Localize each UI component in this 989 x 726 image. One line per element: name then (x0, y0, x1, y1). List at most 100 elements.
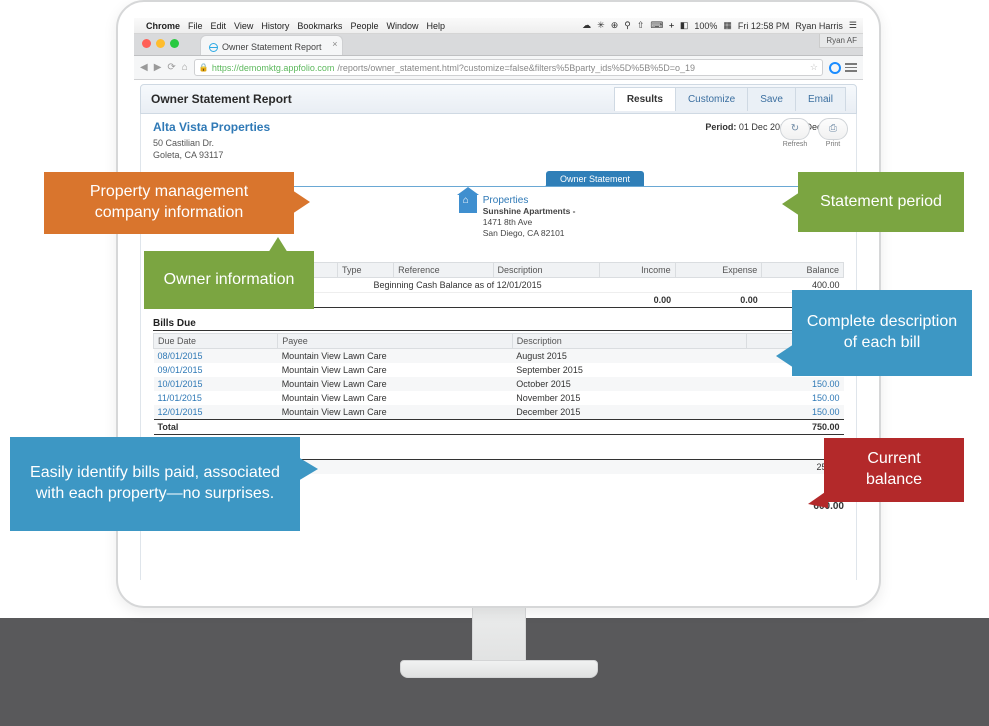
monitor-base (400, 660, 598, 678)
col-description: Description (512, 333, 747, 348)
tab-results[interactable]: Results (614, 87, 676, 111)
bookmark-star-icon[interactable]: ☆ (810, 62, 818, 73)
status-icon[interactable]: ☁ (582, 20, 591, 31)
bill-unpaid-link[interactable]: 150.00 (747, 405, 844, 420)
company-addr1: 50 Castilian Dr. (153, 138, 270, 150)
status-icon[interactable]: ⇧ (637, 20, 645, 31)
user-name[interactable]: Ryan Harris (795, 21, 843, 31)
properties-link[interactable]: Properties (483, 195, 576, 206)
status-icon[interactable]: ⊕ (611, 20, 619, 31)
reload-button[interactable]: ⟳ (167, 62, 175, 73)
house-icon (459, 195, 477, 213)
tab-close-icon[interactable]: × (332, 39, 337, 49)
bill-payee: Mountain View Lawn Care (278, 405, 513, 420)
chrome-tab-strip: Owner Statement Report × Ryan AF (134, 34, 863, 56)
status-icon[interactable]: ◧ (680, 20, 689, 31)
bill-desc: November 2015 (512, 391, 747, 405)
browser-tab[interactable]: Owner Statement Report × (200, 35, 343, 55)
callout-bills-paid: Easily identify bills paid, associated w… (10, 437, 300, 531)
property-card: Properties Sunshine Apartments - 1471 8t… (459, 195, 576, 239)
bills-total-value: 750.00 (747, 419, 844, 434)
status-icon[interactable]: ✳ (597, 20, 605, 31)
chrome-toolbar: ◀ ▶ ⟳ ⌂ 🔒 https://demomktg.appfolio.com … (134, 56, 863, 80)
refresh-label: Refresh (780, 141, 810, 148)
bill-date-link[interactable]: 12/01/2015 (154, 405, 278, 420)
bill-desc: September 2015 (512, 363, 747, 377)
company-block: Alta Vista Properties 50 Castilian Dr. G… (153, 120, 270, 161)
trans-total-income: 0.00 (599, 292, 675, 307)
bill-unpaid-link[interactable]: 150.00 (747, 377, 844, 391)
callout-bill-description: Complete description of each bill (792, 290, 972, 376)
tab-email[interactable]: Email (795, 87, 846, 111)
menu-people[interactable]: People (350, 21, 378, 31)
property-addr1: 1471 8th Ave (483, 217, 576, 228)
window-traffic-lights (142, 39, 179, 48)
col-expense: Expense (675, 262, 762, 277)
window-zoom-button[interactable] (170, 39, 179, 48)
tab-favicon-icon (209, 43, 218, 52)
status-icon[interactable]: ⌨ (650, 20, 663, 31)
bill-date-link[interactable]: 11/01/2015 (154, 391, 278, 405)
bill-desc: December 2015 (512, 405, 747, 420)
bill-payee: Mountain View Lawn Care (278, 391, 513, 405)
tab-save[interactable]: Save (747, 87, 796, 111)
col-ref: Reference (394, 262, 493, 277)
clock[interactable]: Fri 12:58 PM (738, 21, 790, 31)
tab-customize[interactable]: Customize (675, 87, 748, 111)
col-income: Income (599, 262, 675, 277)
col-type: Type (338, 262, 394, 277)
chrome-profile-badge[interactable]: Ryan AF (819, 34, 863, 48)
forward-button[interactable]: ▶ (154, 62, 162, 73)
url-host: https://demomktg.appfolio.com (212, 63, 335, 73)
app-name[interactable]: Chrome (146, 21, 180, 31)
callout-company-info: Property management company information (44, 172, 294, 234)
menu-help[interactable]: Help (426, 21, 445, 31)
refresh-button[interactable]: ↻ Refresh (780, 118, 810, 148)
menu-history[interactable]: History (261, 21, 289, 31)
refresh-icon: ↻ (791, 124, 799, 134)
monitor-neck (472, 604, 526, 664)
home-button[interactable]: ⌂ (182, 62, 188, 73)
bill-date-link[interactable]: 08/01/2015 (154, 348, 278, 363)
window-minimize-button[interactable] (156, 39, 165, 48)
lock-icon: 🔒 (199, 63, 209, 72)
chrome-menu-icon[interactable] (845, 63, 857, 72)
print-icon: ⎙ (829, 124, 837, 134)
print-label: Print (818, 141, 848, 148)
extension-icon[interactable] (829, 62, 841, 74)
report-action-buttons: ↻ Refresh ⎙ Print (780, 118, 848, 148)
back-button[interactable]: ◀ (140, 62, 148, 73)
menu-window[interactable]: Window (386, 21, 418, 31)
bill-unpaid-link[interactable]: 150.00 (747, 391, 844, 405)
page-title: Owner Statement Report (151, 92, 292, 106)
notification-center-icon[interactable]: ☰ (849, 20, 857, 31)
bill-payee: Mountain View Lawn Care (278, 363, 513, 377)
col-desc: Description (493, 262, 599, 277)
wifi-icon[interactable]: ᚐ (669, 20, 673, 31)
period-label: Period: (705, 122, 736, 132)
battery-percent: 100% (694, 21, 717, 31)
bill-date-link[interactable]: 10/01/2015 (154, 377, 278, 391)
window-close-button[interactable] (142, 39, 151, 48)
bill-desc: October 2015 (512, 377, 747, 391)
bill-desc: August 2015 (512, 348, 747, 363)
tab-title: Owner Statement Report (222, 42, 322, 52)
col-due-date: Due Date (154, 333, 278, 348)
bill-date-link[interactable]: 09/01/2015 (154, 363, 278, 377)
battery-icon[interactable]: ▦ (723, 20, 732, 31)
menu-view[interactable]: View (234, 21, 253, 31)
menu-edit[interactable]: Edit (211, 21, 227, 31)
company-addr2: Goleta, CA 93117 (153, 150, 270, 162)
url-path: /reports/owner_statement.html?customize=… (337, 63, 695, 73)
address-bar[interactable]: 🔒 https://demomktg.appfolio.com /reports… (194, 59, 823, 76)
macos-menubar: Chrome File Edit View History Bookmarks … (134, 18, 863, 34)
print-button[interactable]: ⎙ Print (818, 118, 848, 148)
report-tabs: Results Customize Save Email (615, 87, 846, 111)
trans-total-expense: 0.00 (675, 292, 762, 307)
status-icon[interactable]: ⚲ (624, 20, 631, 31)
menu-bookmarks[interactable]: Bookmarks (297, 21, 342, 31)
report-header: Owner Statement Report Results Customize… (140, 84, 857, 114)
menu-file[interactable]: File (188, 21, 203, 31)
callout-owner-info: Owner information (144, 251, 314, 309)
bill-payee: Mountain View Lawn Care (278, 377, 513, 391)
